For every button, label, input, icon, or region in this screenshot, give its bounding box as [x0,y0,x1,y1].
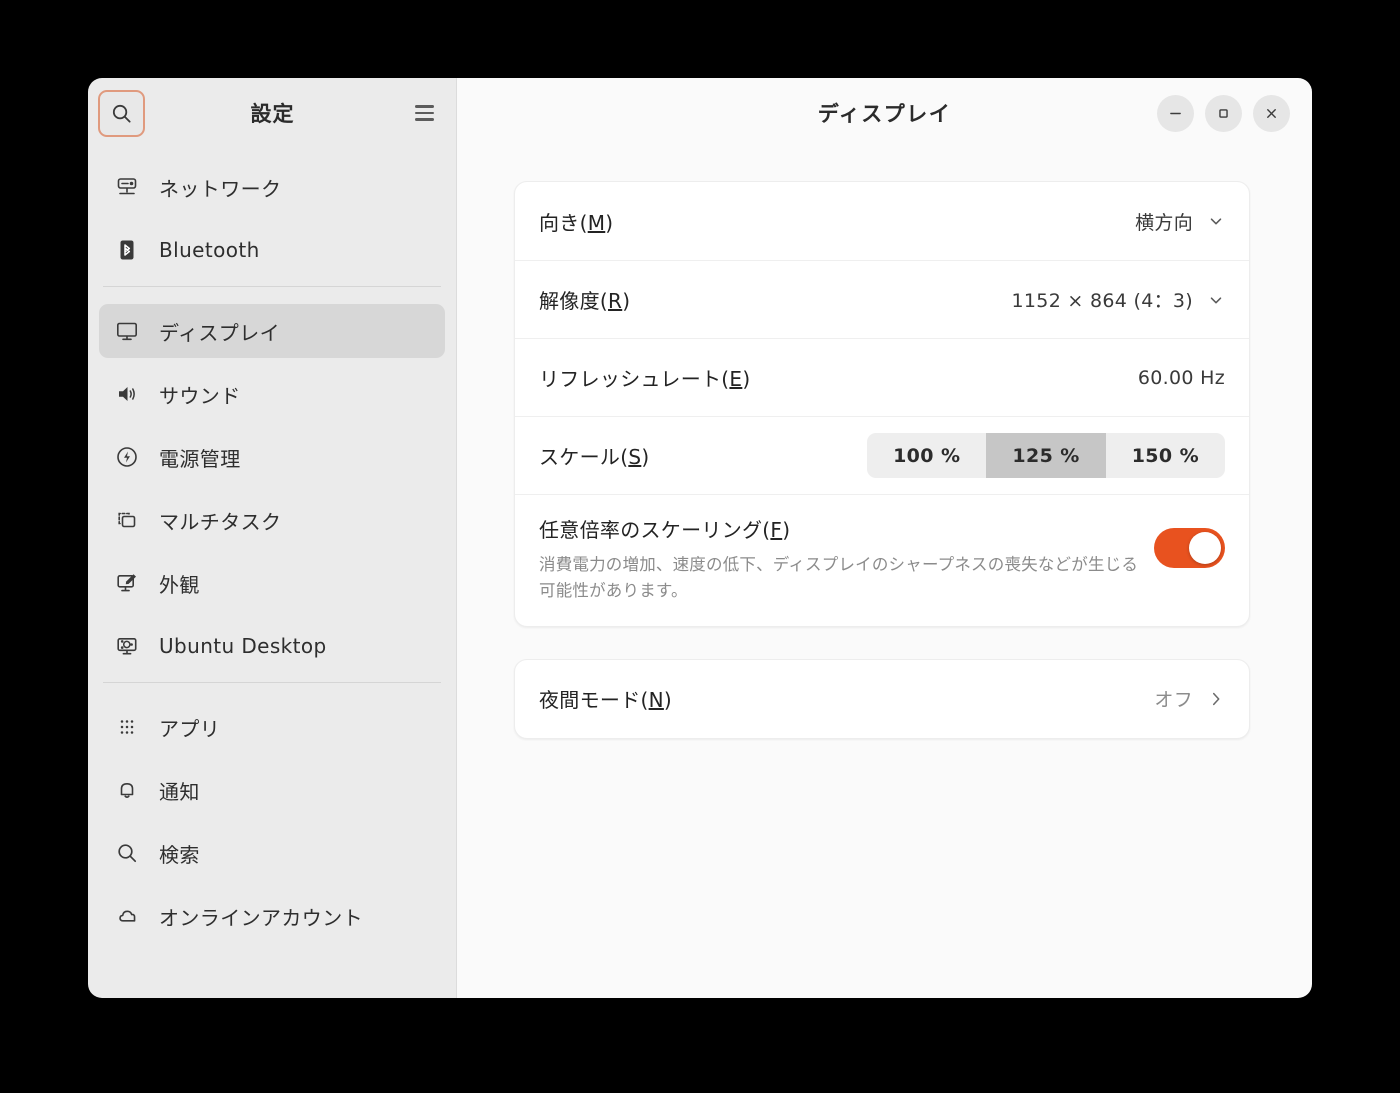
toggle-knob [1189,532,1221,564]
close-button[interactable] [1253,94,1290,132]
bell-icon [113,777,140,804]
search-button[interactable] [98,89,145,137]
sidebar-separator [103,682,441,683]
fractional-scaling-description: 消費電力の増加、速度の低下、ディスプレイのシャープネスの喪失などが生じる可能性が… [539,555,1139,601]
scale-row: スケール(S) 100 % 125 % 150 % [515,416,1249,494]
sidebar-item-label: ディスプレイ [159,320,280,345]
minimize-button[interactable] [1157,94,1194,132]
appearance-icon [113,570,140,597]
sidebar-item-display[interactable]: ディスプレイ [99,304,445,358]
sidebar-item-label: アプリ [159,716,221,741]
night-light-card: 夜間モード(N) オフ [514,658,1250,739]
resolution-value: 1152 × 864 (4：3) [1011,290,1193,312]
fractional-scaling-toggle[interactable] [1154,528,1225,568]
resolution-label: 解像度(R) [539,289,631,313]
refresh-rate-value: 60.00 Hz [1137,366,1225,389]
sidebar: 設定 ネットワーク Bluetooth ディスプレイ サウンド 電源管理 マルチ… [88,78,457,998]
scale-option-125[interactable]: 125 % [986,433,1106,478]
bluetooth-icon [113,237,140,264]
power-icon [113,444,140,471]
minimize-icon [1170,112,1181,114]
search-icon [113,840,140,867]
sidebar-separator [103,286,441,287]
main-panel: ディスプレイ 向き(M) 横方向 解像度(R) 1152 × 864 (4：3)… [457,78,1312,998]
sidebar-item-appearance[interactable]: 外観 [99,556,445,610]
sidebar-item-label: ネットワーク [159,176,282,201]
main-menu-button[interactable] [406,95,442,131]
night-light-value: オフ [1154,689,1193,712]
sidebar-item-sound[interactable]: サウンド [99,367,445,421]
sidebar-item-power[interactable]: 電源管理 [99,430,445,484]
sidebar-item-label: Bluetooth [159,238,260,262]
sidebar-item-multitasking[interactable]: マルチタスク [99,493,445,547]
sidebar-item-list: ネットワーク Bluetooth ディスプレイ サウンド 電源管理 マルチタスク… [88,148,456,998]
sidebar-item-notifications[interactable]: 通知 [99,763,445,817]
sidebar-item-label: 外観 [159,572,200,597]
search-icon [112,104,131,123]
chevron-right-icon [1207,690,1225,708]
scale-segmented-control: 100 % 125 % 150 % [867,433,1225,478]
close-icon [1267,108,1276,118]
network-icon [113,174,140,201]
scale-label: スケール(S) [539,445,650,469]
sidebar-title: 設定 [250,102,295,126]
maximize-button[interactable] [1205,94,1242,132]
sidebar-header: 設定 [88,78,456,148]
chevron-down-icon [1207,291,1225,309]
night-light-label: 夜間モード(N) [539,688,672,713]
chevron-down-icon [1207,212,1225,230]
orientation-value: 横方向 [1135,211,1193,234]
ubuntu-desktop-icon [113,633,140,660]
sound-icon [113,381,140,408]
sidebar-item-label: Ubuntu Desktop [159,634,327,658]
refresh-rate-row[interactable]: リフレッシュレート(E) 60.00 Hz [515,338,1249,416]
maximize-icon [1219,108,1228,118]
main-header: ディスプレイ [457,78,1312,148]
sidebar-item-ubuntu-desktop[interactable]: Ubuntu Desktop [99,619,445,673]
sidebar-item-search[interactable]: 検索 [99,826,445,880]
sidebar-item-bluetooth[interactable]: Bluetooth [99,223,445,277]
fractional-scaling-row: 任意倍率のスケーリング(F) 消費電力の増加、速度の低下、ディスプレイのシャープ… [515,494,1249,626]
orientation-label: 向き(M) [539,210,614,235]
night-light-row[interactable]: 夜間モード(N) オフ [515,660,1249,738]
apps-grid-icon [113,714,140,741]
cloud-icon [113,903,140,930]
display-icon [113,318,140,345]
sidebar-item-label: 電源管理 [159,446,241,471]
sidebar-item-apps[interactable]: アプリ [99,700,445,754]
sidebar-item-label: マルチタスク [159,509,282,534]
main-body: 向き(M) 横方向 解像度(R) 1152 × 864 (4：3) リフレッシュ… [457,148,1312,998]
sidebar-item-label: 通知 [159,779,200,804]
window-controls [1157,94,1290,132]
refresh-rate-label: リフレッシュレート(E) [539,367,751,391]
sidebar-item-label: オンラインアカウント [159,905,363,930]
sidebar-item-network[interactable]: ネットワーク [99,160,445,214]
orientation-row[interactable]: 向き(M) 横方向 [515,182,1249,260]
settings-window: 設定 ネットワーク Bluetooth ディスプレイ サウンド 電源管理 マルチ… [88,78,1312,998]
fractional-scaling-label: 任意倍率のスケーリング(F) [539,518,791,542]
resolution-row[interactable]: 解像度(R) 1152 × 864 (4：3) [515,260,1249,338]
sidebar-item-label: サウンド [159,383,241,408]
hamburger-menu-icon [414,101,434,125]
display-settings-card: 向き(M) 横方向 解像度(R) 1152 × 864 (4：3) リフレッシュ… [514,181,1250,627]
scale-option-100[interactable]: 100 % [867,433,986,478]
sidebar-item-label: 検索 [159,842,200,867]
sidebar-item-online-accounts[interactable]: オンラインアカウント [99,889,445,943]
scale-option-150[interactable]: 150 % [1106,433,1225,478]
multitasking-icon [113,507,140,534]
